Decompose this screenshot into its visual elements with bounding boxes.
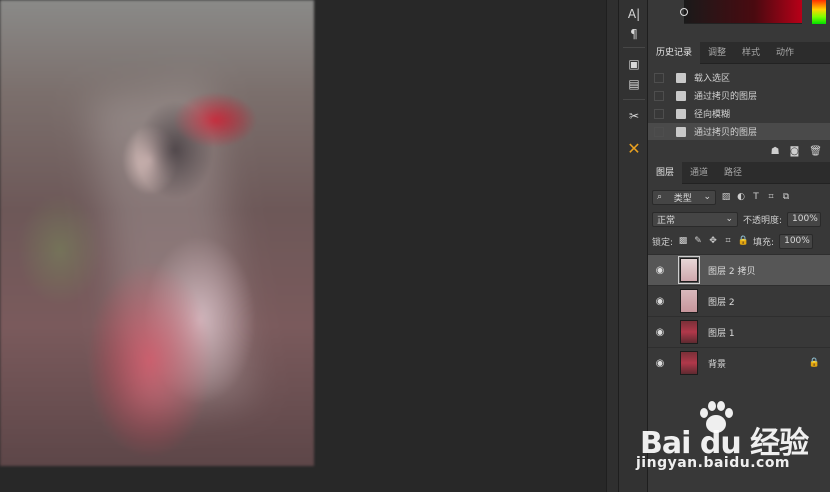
baidu-jingyan-watermark: Bai du 经验 jingyan.baidu.com: [636, 400, 816, 480]
chevron-down-icon: ⌄: [703, 192, 711, 202]
radial-blur-glow: [88, 83, 252, 417]
tab-adjustments[interactable]: 调整: [700, 42, 734, 64]
tab-styles[interactable]: 样式: [734, 42, 768, 64]
opacity-value: 100%: [792, 214, 818, 224]
opacity-input[interactable]: 100%: [787, 211, 822, 227]
layer-name: 背景: [708, 359, 727, 370]
filter-shape-icon[interactable]: ⌗: [766, 192, 776, 202]
history-brush-source-box[interactable]: [654, 108, 664, 119]
divider: [623, 47, 645, 48]
blend-mode-dropdown[interactable]: 正常 ⌄: [652, 211, 738, 227]
filter-kind-value: 类型: [673, 193, 692, 204]
lock-artboard-icon[interactable]: ⌗: [723, 236, 733, 246]
tab-channels[interactable]: 通道: [682, 162, 716, 184]
history-state-icon: [676, 72, 686, 83]
lock-label: 锁定:: [652, 237, 674, 248]
layer-row[interactable]: ◉ 图层 2: [648, 285, 830, 316]
history-state-icon: [676, 90, 686, 101]
history-item[interactable]: 径向模糊: [648, 105, 830, 122]
lock-position-icon[interactable]: ✥: [708, 236, 718, 246]
history-panel: 载入选区 通过拷贝的图层 径向模糊 通过拷贝的图层 ☗ ◙ 🗑: [648, 64, 830, 160]
brush-settings-icon[interactable]: ✕: [624, 138, 644, 158]
filter-adjustment-icon[interactable]: ◐: [736, 192, 746, 202]
eye-icon[interactable]: ◉: [654, 327, 666, 338]
lock-image-pixels-icon[interactable]: ✎: [693, 236, 703, 246]
paragraph-icon[interactable]: ¶: [624, 24, 644, 44]
history-tabbar: 历史记录 调整 样式 动作: [648, 42, 830, 64]
document-canvas[interactable]: [0, 0, 606, 492]
new-snapshot-icon[interactable]: ◙: [790, 146, 800, 157]
layer-thumbnail: [680, 351, 698, 375]
filter-type-icon[interactable]: T: [751, 192, 761, 202]
layer-name: 图层 1: [708, 328, 735, 339]
layer-row[interactable]: ◉ 背景 🔒: [648, 347, 830, 378]
history-actions: ☗ ◙ 🗑: [648, 142, 830, 160]
blend-opacity-row: 正常 ⌄ 不透明度: 100%: [652, 210, 822, 228]
eye-icon[interactable]: ◉: [654, 265, 666, 276]
history-item-label: 载入选区: [694, 74, 731, 84]
history-item[interactable]: 通过拷贝的图层: [648, 87, 830, 104]
photo-image[interactable]: [0, 0, 314, 466]
history-brush-source-box[interactable]: [654, 90, 664, 101]
tab-actions[interactable]: 动作: [768, 42, 802, 64]
trash-icon[interactable]: 🗑: [809, 146, 822, 157]
layer-row[interactable]: ◉ 图层 1: [648, 316, 830, 347]
tab-layers[interactable]: 图层: [648, 162, 683, 184]
divider: [623, 99, 645, 100]
color-panel: [648, 0, 830, 38]
lock-fill-row: 锁定: ▩ ✎ ✥ ⌗ 🔒 填充: 100%: [652, 232, 814, 250]
new-document-from-state-icon[interactable]: ☗: [771, 146, 780, 157]
character-icon[interactable]: A|: [624, 4, 644, 24]
layer-thumbnail: [678, 256, 700, 284]
filter-pixel-icon[interactable]: ▨: [721, 192, 731, 202]
tools-icon[interactable]: ✂: [624, 106, 644, 126]
history-item-label: 径向模糊: [694, 110, 731, 120]
layer-row-selected[interactable]: ◉ 图层 2 拷贝: [648, 254, 830, 285]
notes-icon[interactable]: ▤: [624, 74, 644, 94]
tab-paths[interactable]: 路径: [716, 162, 750, 184]
color-picker-field[interactable]: [684, 0, 802, 24]
fill-label: 填充:: [753, 237, 775, 248]
history-item-label: 通过拷贝的图层: [694, 128, 758, 138]
search-icon: ⌕: [657, 192, 663, 202]
fill-input[interactable]: 100%: [779, 233, 814, 249]
chevron-down-icon: ⌄: [725, 214, 733, 224]
eye-icon[interactable]: ◉: [654, 358, 666, 369]
layer-filter-dropdown[interactable]: ⌕ 类型 ⌄: [652, 189, 716, 205]
tab-history[interactable]: 历史记录: [648, 42, 701, 64]
filter-smart-object-icon[interactable]: ⧉: [781, 192, 791, 202]
opacity-label: 不透明度:: [743, 215, 783, 226]
hue-slider[interactable]: [812, 0, 826, 24]
history-state-icon: [676, 126, 686, 137]
layer-name: 图层 2 拷贝: [708, 266, 756, 277]
lock-transparent-pixels-icon[interactable]: ▩: [678, 236, 688, 246]
layer-name: 图层 2: [708, 297, 735, 308]
history-brush-source-box[interactable]: [654, 126, 664, 137]
3d-icon[interactable]: ▣: [624, 54, 644, 74]
layer-thumbnail: [680, 289, 698, 313]
history-item[interactable]: 载入选区: [648, 69, 830, 86]
layers-tabbar: 图层 通道 路径: [648, 162, 830, 184]
blend-mode-value: 正常: [657, 215, 676, 226]
history-item-label: 通过拷贝的图层: [694, 92, 758, 102]
layer-filter-row: ⌕ 类型 ⌄ ▨ ◐ T ⌗ ⧉: [652, 188, 791, 206]
panel-dock-divider[interactable]: [606, 0, 618, 492]
history-brush-source-box[interactable]: [654, 72, 664, 83]
fill-value: 100%: [784, 236, 810, 246]
eye-icon[interactable]: ◉: [654, 296, 666, 307]
watermark-url: jingyan.baidu.com: [636, 455, 791, 471]
history-item-selected[interactable]: 通过拷贝的图层: [648, 123, 830, 140]
layer-thumbnail: [680, 320, 698, 344]
color-picker-handle[interactable]: [680, 8, 688, 16]
history-state-icon: [676, 108, 686, 119]
lock-all-icon[interactable]: 🔒: [737, 236, 748, 246]
lock-icon: 🔒: [808, 358, 820, 368]
